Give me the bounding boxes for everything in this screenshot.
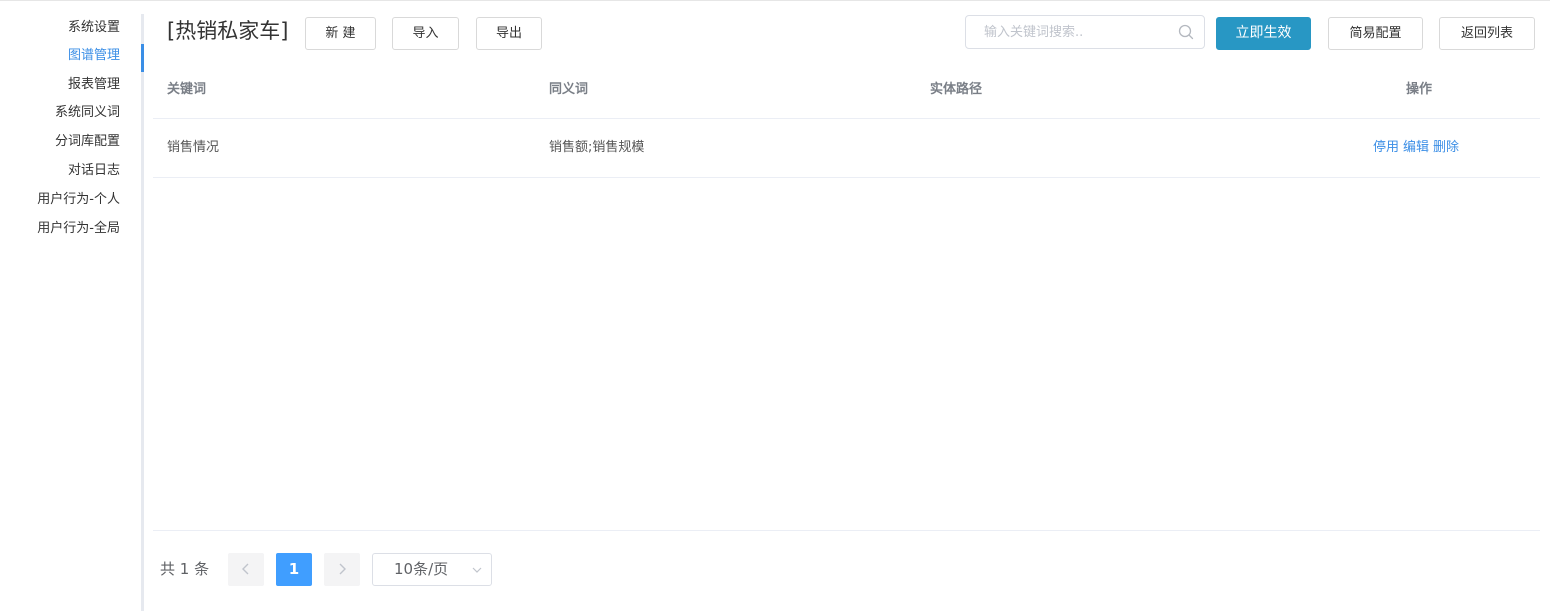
column-header-entity-path: 实体路径 (930, 82, 983, 97)
sidebar-active-indicator (141, 44, 144, 72)
page-title: [热销私家车] (167, 19, 289, 43)
delete-link[interactable]: 删除 (1433, 140, 1459, 155)
page-size-select[interactable]: 10条/页 (372, 553, 492, 586)
cell-synonyms: 销售额;销售规模 (549, 140, 645, 155)
table-header: 关键词 同义词 实体路径 操作 (153, 62, 1540, 119)
sidebar-item-graph-management[interactable]: 图谱管理 (68, 42, 120, 70)
edit-link[interactable]: 编辑 (1403, 140, 1429, 155)
import-button[interactable]: 导入 (392, 17, 459, 50)
next-page-button[interactable] (324, 553, 360, 586)
table-footer-divider (153, 530, 1540, 531)
table-row: 销售情况 销售额;销售规模 停用 编辑 删除 (153, 119, 1540, 178)
search-input[interactable] (966, 16, 1171, 48)
sidebar-menu: 系统设置 图谱管理 报表管理 系统同义词 分词库配置 对话日志 用户行为-个人 … (0, 14, 145, 611)
top-divider (0, 0, 1550, 1)
chevron-right-icon (339, 563, 346, 575)
chevron-down-icon (472, 567, 482, 573)
sidebar-item-report-management[interactable]: 报表管理 (68, 71, 120, 99)
back-to-list-button[interactable]: 返回列表 (1439, 17, 1535, 50)
sidebar-item-user-behavior-personal[interactable]: 用户行为-个人 (37, 186, 120, 214)
sidebar-item-dialog-log[interactable]: 对话日志 (68, 157, 120, 185)
page-size-value: 10条/页 (394, 560, 449, 578)
sidebar-divider (141, 14, 144, 611)
keyword-table: 关键词 同义词 实体路径 操作 销售情况 销售额;销售规模 停用 编辑 删除 (153, 62, 1540, 178)
search-box (965, 15, 1205, 49)
page-number-current[interactable]: 1 (276, 553, 312, 586)
column-header-synonyms: 同义词 (549, 82, 589, 97)
sidebar-item-system-settings[interactable]: 系统设置 (68, 14, 120, 42)
new-button[interactable]: 新 建 (305, 17, 376, 50)
export-button[interactable]: 导出 (476, 17, 542, 50)
sidebar-item-user-behavior-global[interactable]: 用户行为-全局 (37, 215, 120, 243)
simple-config-button[interactable]: 简易配置 (1328, 17, 1423, 50)
cell-actions: 停用 编辑 删除 (1373, 119, 1463, 177)
apply-now-button[interactable]: 立即生效 (1216, 17, 1311, 50)
disable-link[interactable]: 停用 (1373, 140, 1399, 155)
chevron-left-icon (242, 563, 249, 575)
pagination-total: 共 1 条 (160, 560, 210, 578)
cell-keyword: 销售情况 (167, 140, 220, 155)
search-icon[interactable] (1178, 24, 1194, 40)
column-header-actions: 操作 (1406, 82, 1433, 97)
prev-page-button[interactable] (228, 553, 264, 586)
column-header-keyword: 关键词 (167, 82, 207, 97)
sidebar-item-system-synonyms[interactable]: 系统同义词 (55, 99, 120, 127)
sidebar-item-tokenizer-config[interactable]: 分词库配置 (55, 128, 120, 156)
